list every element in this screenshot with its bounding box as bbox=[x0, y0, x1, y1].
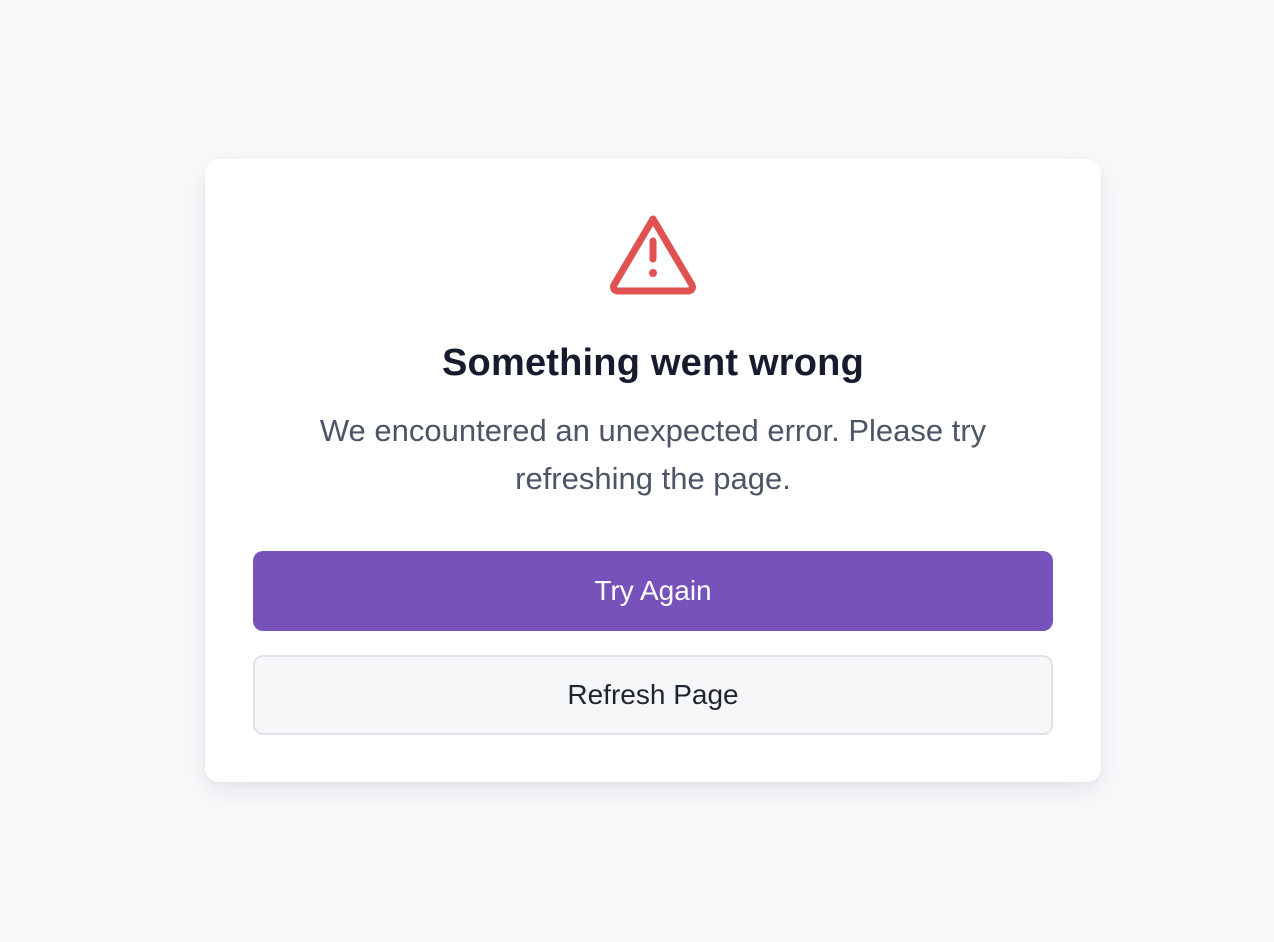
refresh-page-button-label: Refresh Page bbox=[567, 679, 739, 710]
try-again-button-label: Try Again bbox=[594, 575, 712, 606]
refresh-page-button[interactable]: Refresh Page bbox=[253, 655, 1053, 735]
error-card: Something went wrong We encountered an u… bbox=[205, 159, 1101, 782]
error-message: We encountered an unexpected error. Plea… bbox=[319, 413, 987, 496]
warning-triangle-icon bbox=[608, 213, 698, 297]
error-title: Something went wrong bbox=[442, 342, 864, 384]
try-again-button[interactable]: Try Again bbox=[253, 551, 1053, 631]
